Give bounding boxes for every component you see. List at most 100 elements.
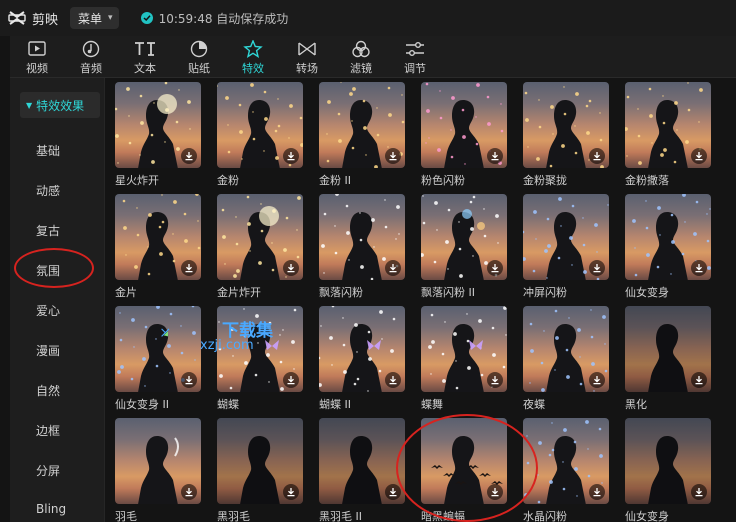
silhouette-image — [444, 324, 484, 392]
download-icon[interactable] — [385, 372, 401, 388]
category-header[interactable]: ▼ 特效效果 — [20, 92, 100, 118]
effect-card[interactable]: 星火炸开 — [115, 82, 201, 188]
download-icon[interactable] — [385, 260, 401, 276]
silhouette-image — [138, 436, 178, 504]
effect-card[interactable]: 黑羽毛 II — [319, 418, 405, 522]
tab-effects[interactable]: 特效 — [226, 36, 280, 78]
effect-thumbnail[interactable] — [625, 306, 711, 392]
title-bar: 剪映 菜单 ▾ 10:59:48 自动保存成功 — [0, 0, 736, 36]
download-icon[interactable] — [283, 148, 299, 164]
download-icon[interactable] — [691, 372, 707, 388]
effect-thumbnail[interactable] — [319, 306, 405, 392]
silhouette-image — [648, 100, 688, 168]
sidebar-item-basic[interactable]: 基础 — [36, 142, 60, 159]
download-icon[interactable] — [283, 484, 299, 500]
effect-card[interactable]: 黑羽毛 — [217, 418, 303, 522]
effect-thumbnail[interactable] — [319, 82, 405, 168]
effect-card[interactable]: 夜蝶 — [523, 306, 609, 412]
media-toolbar: 视频 音频 文本 贴纸 特效 转场 滤镜 调节 — [10, 36, 736, 78]
effect-thumbnail[interactable] — [523, 306, 609, 392]
tab-text[interactable]: 文本 — [118, 36, 172, 78]
download-icon[interactable] — [487, 148, 503, 164]
download-icon[interactable] — [385, 484, 401, 500]
effect-card[interactable]: 金片 — [115, 194, 201, 300]
tab-audio[interactable]: 音频 — [64, 36, 118, 78]
silhouette-image — [648, 436, 688, 504]
effect-thumbnail[interactable] — [217, 418, 303, 504]
annotation-circle — [14, 248, 94, 288]
tab-adjust[interactable]: 调节 — [388, 36, 442, 78]
effect-card[interactable]: 飘落闪粉 — [319, 194, 405, 300]
effect-card[interactable]: 金片炸开 — [217, 194, 303, 300]
effect-thumbnail[interactable] — [115, 418, 201, 504]
effect-card[interactable]: 仙女变身 — [625, 418, 711, 522]
effect-thumbnail[interactable] — [523, 194, 609, 280]
sidebar-item-comic[interactable]: 漫画 — [36, 342, 60, 359]
effect-thumbnail[interactable] — [523, 82, 609, 168]
effect-card[interactable]: 黑化 — [625, 306, 711, 412]
download-icon[interactable] — [181, 260, 197, 276]
download-icon[interactable] — [691, 148, 707, 164]
download-icon[interactable] — [691, 484, 707, 500]
sidebar-item-dynamic[interactable]: 动感 — [36, 182, 60, 199]
effect-card[interactable]: 金粉撒落 — [625, 82, 711, 188]
effect-card[interactable]: 蝶舞 — [421, 306, 507, 412]
tab-transition[interactable]: 转场 — [280, 36, 334, 78]
download-icon[interactable] — [691, 260, 707, 276]
effect-card[interactable]: 仙女变身 — [625, 194, 711, 300]
sidebar-item-border[interactable]: 边框 — [36, 422, 60, 439]
effect-thumbnail[interactable] — [625, 418, 711, 504]
download-icon[interactable] — [589, 484, 605, 500]
effect-thumbnail[interactable] — [421, 306, 507, 392]
download-icon[interactable] — [589, 372, 605, 388]
download-icon[interactable] — [589, 148, 605, 164]
effect-card[interactable]: 仙女变身 II — [115, 306, 201, 412]
download-icon[interactable] — [385, 148, 401, 164]
effect-thumbnail[interactable] — [319, 194, 405, 280]
effect-thumbnail[interactable] — [625, 194, 711, 280]
effect-card[interactable]: 金粉 — [217, 82, 303, 188]
download-icon[interactable] — [181, 484, 197, 500]
effect-thumbnail[interactable] — [421, 82, 507, 168]
effect-card[interactable]: 粉色闪粉 — [421, 82, 507, 188]
tab-video[interactable]: 视频 — [10, 36, 64, 78]
download-icon[interactable] — [283, 372, 299, 388]
effect-thumbnail[interactable] — [625, 82, 711, 168]
effect-card[interactable]: 羽毛 — [115, 418, 201, 522]
download-icon[interactable] — [487, 260, 503, 276]
sidebar-item-nature[interactable]: 自然 — [36, 382, 60, 399]
tab-sticker[interactable]: 贴纸 — [172, 36, 226, 78]
effect-card[interactable]: 蝴蝶 II — [319, 306, 405, 412]
effect-thumbnail[interactable] — [115, 306, 201, 392]
tab-text-label: 文本 — [134, 61, 156, 75]
download-icon[interactable] — [487, 484, 503, 500]
effect-card[interactable]: 暗黑蝙蝠 — [421, 418, 507, 522]
download-icon[interactable] — [487, 372, 503, 388]
effect-card[interactable]: 金粉 II — [319, 82, 405, 188]
download-icon[interactable] — [283, 260, 299, 276]
effect-thumbnail[interactable] — [421, 418, 507, 504]
effect-thumbnail[interactable] — [115, 82, 201, 168]
effect-thumbnail[interactable] — [115, 194, 201, 280]
sidebar-item-love[interactable]: 爱心 — [36, 302, 60, 319]
effect-label: 夜蝶 — [523, 398, 545, 411]
effect-thumbnail[interactable] — [523, 418, 609, 504]
effect-thumbnail[interactable] — [421, 194, 507, 280]
download-icon[interactable] — [181, 372, 197, 388]
effect-thumbnail[interactable] — [319, 418, 405, 504]
sidebar-item-retro[interactable]: 复古 — [36, 222, 60, 239]
download-icon[interactable] — [181, 148, 197, 164]
menu-dropdown[interactable]: 菜单 ▾ — [70, 7, 119, 29]
effect-card[interactable]: 冲屏闪粉 — [523, 194, 609, 300]
effect-card[interactable]: 金粉聚拢 — [523, 82, 609, 188]
effect-label: 仙女变身 — [625, 510, 669, 522]
sidebar-item-bling[interactable]: Bling — [36, 502, 66, 516]
sidebar-item-split[interactable]: 分屏 — [36, 462, 60, 479]
effect-card[interactable]: 飘落闪粉 II — [421, 194, 507, 300]
silhouette-image — [240, 100, 280, 168]
tab-filter[interactable]: 滤镜 — [334, 36, 388, 78]
effect-card[interactable]: 水晶闪粉 — [523, 418, 609, 522]
download-icon[interactable] — [589, 260, 605, 276]
effect-thumbnail[interactable] — [217, 194, 303, 280]
effect-thumbnail[interactable] — [217, 82, 303, 168]
